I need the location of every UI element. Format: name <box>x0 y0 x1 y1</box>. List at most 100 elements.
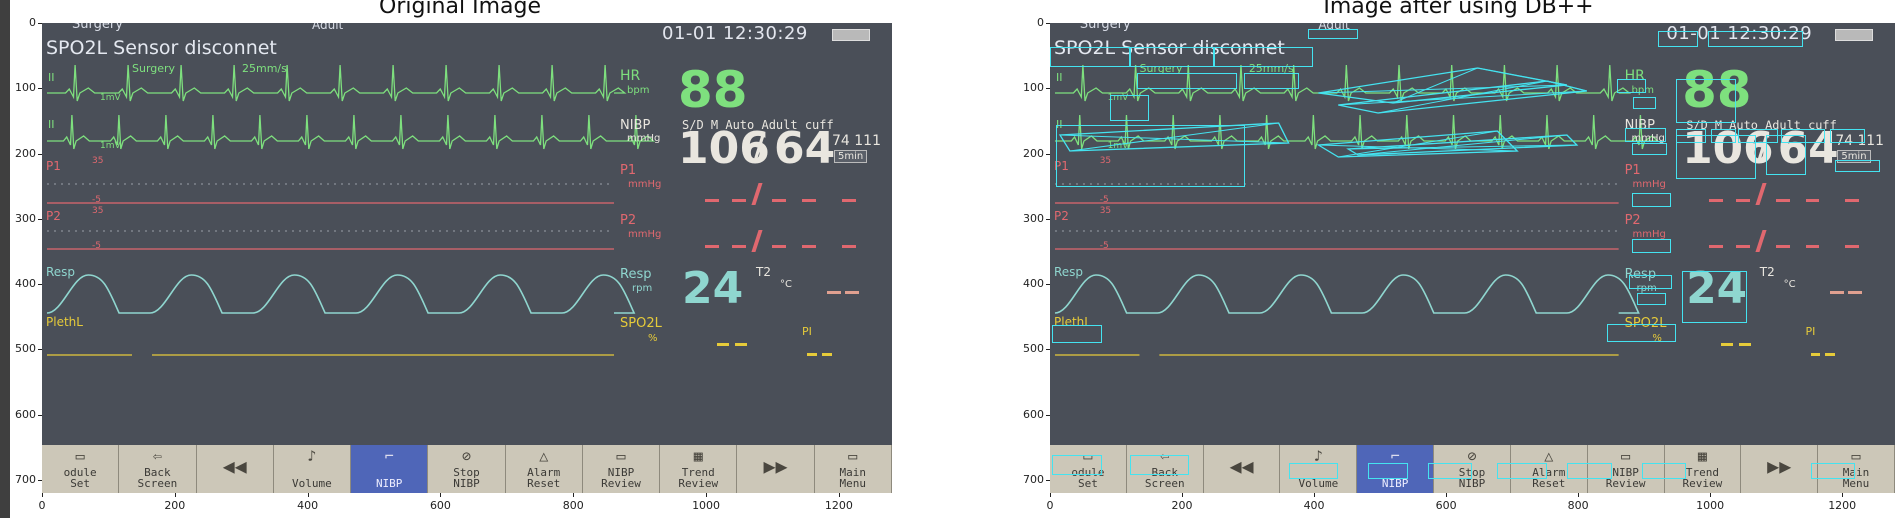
soft-key-back-arrow[interactable]: ⇦ Back Screen <box>119 445 197 493</box>
soft-key-label: Main Menu <box>839 466 867 490</box>
soft-key-menu[interactable]: ▭ Main Menu <box>815 445 892 493</box>
p2-wave-label: P2 <box>46 209 61 223</box>
p2-scale: 35 <box>92 206 104 216</box>
soft-key-label: Trend Review <box>678 466 719 490</box>
pressure-dash <box>772 245 786 248</box>
pi-dash <box>807 353 817 356</box>
left-edge-strip <box>0 0 10 518</box>
temp-dash <box>827 291 841 294</box>
x-tick <box>174 493 176 497</box>
x-tick-label: 1200 <box>824 499 853 512</box>
y-tick-label: 200 <box>1023 146 1044 160</box>
hr-unit: bpm <box>627 85 650 96</box>
y-tick <box>38 414 42 416</box>
y-tick-label: 400 <box>1023 277 1044 291</box>
soft-key-label: NIBP <box>375 477 403 490</box>
y-tick-label: 600 <box>15 407 36 421</box>
spo2-dash <box>735 343 747 346</box>
module-icon: ▭ <box>75 447 85 465</box>
soft-key-volume[interactable]: ♪ Volume <box>274 445 352 493</box>
soft-key-stop[interactable]: ⊘ Stop NIBP <box>428 445 506 493</box>
soft-key-label: odule Set <box>63 466 97 490</box>
y-tick <box>1046 479 1050 481</box>
x-tick-label: 600 <box>429 499 451 512</box>
y-tick <box>38 284 42 286</box>
soft-key-label: NIBP Review <box>601 466 641 490</box>
ecg-mode-label: Surgery <box>132 62 176 75</box>
y-tick <box>38 153 42 155</box>
monitor-screen-detected: Surgery Adult 01-01 12:30:29 SPO2L Sensor d… <box>1050 23 1895 493</box>
x-tick <box>1182 493 1184 497</box>
spo2-dash <box>717 343 729 346</box>
y-tick <box>38 218 42 220</box>
ecg-lead-label-2: II <box>48 118 55 131</box>
patient-mode: Adult <box>312 23 344 32</box>
y-tick <box>1046 414 1050 416</box>
detection-polygon-cross <box>1348 134 1579 156</box>
x-tick <box>1314 493 1316 497</box>
alarm-message: SPO2L Sensor disconnet <box>46 37 277 59</box>
temp-dash <box>845 291 859 294</box>
x-tick-label: 800 <box>1567 499 1589 512</box>
x-tick-label: 200 <box>164 499 186 512</box>
x-tick-label: 0 <box>38 499 46 512</box>
p2-unit: mmHg <box>628 229 662 240</box>
pressure-dash <box>705 245 719 248</box>
x-tick <box>440 493 442 497</box>
y-tick-label: 700 <box>1023 472 1044 486</box>
x-tick <box>1578 493 1580 497</box>
y-tick <box>1046 218 1050 220</box>
soft-key-label: Volume <box>292 477 332 490</box>
x-tick <box>307 493 309 497</box>
pressure-dash <box>842 245 856 248</box>
p2-low: -5 <box>92 241 101 251</box>
x-tick-label: 1000 <box>1696 499 1725 512</box>
alarm-icon: △ <box>539 447 549 465</box>
x-tick <box>1050 493 1051 497</box>
hr-value: 88 <box>678 61 748 119</box>
x-tick-label: 800 <box>562 499 584 512</box>
soft-key-alarm[interactable]: △ Alarm Reset <box>506 445 583 493</box>
t2-unit: °C <box>780 279 792 290</box>
rewind-icon: ◀◀ <box>222 454 247 478</box>
back-arrow-icon: ⇦ <box>152 447 162 465</box>
pleth-label: PlethL <box>46 315 83 329</box>
pressure-dash <box>802 245 816 248</box>
y-tick-label: 600 <box>1023 407 1044 421</box>
fast-forward-icon: ▶▶ <box>763 454 788 478</box>
soft-key-module[interactable]: ▭ odule Set <box>42 445 120 493</box>
x-tick-label: 1000 <box>692 499 721 512</box>
y-tick-label: 100 <box>15 81 36 95</box>
x-tick-label: 1200 <box>1828 499 1857 512</box>
soft-key-nibp[interactable]: ⌐ NIBP <box>351 445 429 493</box>
y-tick <box>38 349 42 351</box>
spo2-unit: % <box>648 333 658 344</box>
nibp-label: NIBP <box>620 118 651 133</box>
p1-scale: 35 <box>92 156 104 166</box>
figure-detected: Image after using DB++ Surgery Adult 01-01… <box>1022 0 1895 518</box>
p1-label: P1 <box>620 163 637 178</box>
soft-key-rewind[interactable]: ◀◀ <box>197 445 274 493</box>
y-tick <box>1046 284 1050 286</box>
y-tick <box>38 88 42 90</box>
detection-polygon <box>1318 67 1568 104</box>
p2-label: P2 <box>620 213 637 228</box>
ecg-gain-label: 1mV <box>100 93 121 103</box>
soft-key-fast-forward[interactable]: ▶▶ <box>737 445 815 493</box>
y-tick-label: 500 <box>15 342 36 356</box>
battery-icon <box>832 29 870 41</box>
x-tick-label: 400 <box>297 499 319 512</box>
y-tick-label: 700 <box>15 472 36 486</box>
volume-icon: ♪ <box>307 447 317 465</box>
ecg-lead-label: II <box>48 71 55 84</box>
y-tick <box>1046 349 1050 351</box>
soft-key-review[interactable]: ▭ NIBP Review <box>583 445 661 493</box>
resp-label: Resp <box>620 267 652 282</box>
figure-title: Original Image <box>379 0 541 19</box>
soft-key-bar: ▭ odule Set ⇦ Back Screen ◀◀ ♪ Volume ⌐ NIBP ⊘ Sto… <box>42 445 892 493</box>
soft-key-label: Back Screen <box>137 466 178 490</box>
y-tick <box>1046 88 1050 90</box>
trend-icon: ▦ <box>693 447 703 465</box>
soft-key-trend[interactable]: ▦ Trend Review <box>660 445 738 493</box>
x-tick-label: 600 <box>1435 499 1457 512</box>
